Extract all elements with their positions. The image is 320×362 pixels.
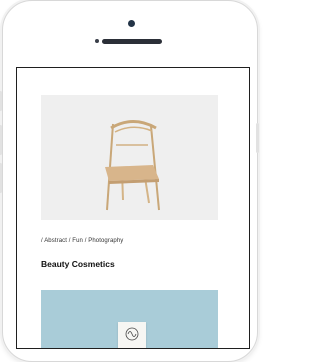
phone-side-button bbox=[0, 163, 2, 193]
phone-side-button bbox=[0, 125, 2, 155]
portfolio-categories[interactable]: / Abstract / Fun / Photography bbox=[41, 238, 123, 244]
chair-image bbox=[105, 120, 160, 211]
portfolio-hero-image[interactable] bbox=[41, 95, 218, 220]
phone-screen: / Abstract / Fun / Photography Beauty Co… bbox=[16, 67, 250, 349]
portfolio-title[interactable]: Beauty Cosmetics bbox=[41, 259, 115, 269]
phone-frame: / Abstract / Fun / Photography Beauty Co… bbox=[0, 0, 259, 362]
sensor-icon bbox=[95, 39, 99, 43]
phone-power-button bbox=[256, 123, 259, 153]
front-camera-icon bbox=[128, 20, 135, 27]
speaker-grille bbox=[102, 39, 162, 44]
cosmetic-card-image bbox=[118, 322, 146, 348]
card-logo-icon bbox=[125, 327, 139, 341]
phone-side-button bbox=[0, 91, 2, 111]
portfolio-thumbnail-image[interactable] bbox=[41, 290, 218, 348]
